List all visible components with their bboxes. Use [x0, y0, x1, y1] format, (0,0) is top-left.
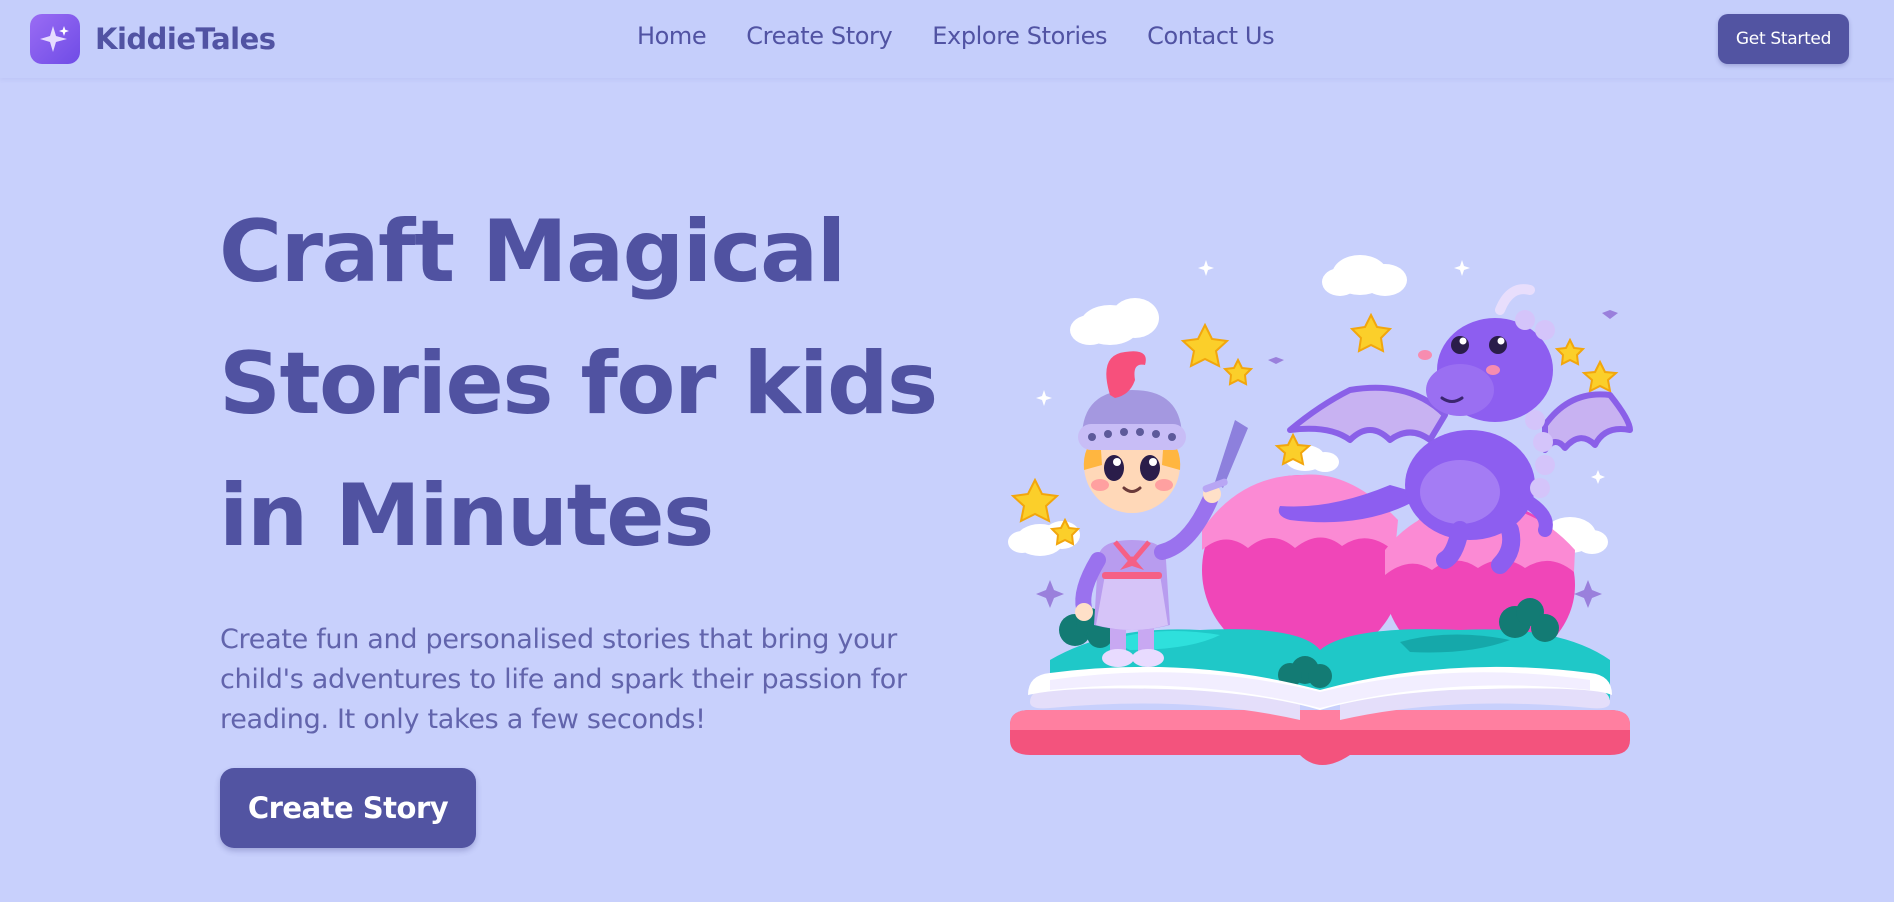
hero-description-line-3: reading. It only takes a few seconds! [220, 704, 706, 735]
hero-title: Craft Magical Stories for kids in Minute… [219, 186, 979, 582]
hero-description: Create fun and personalised stories that… [220, 620, 940, 740]
create-story-button[interactable]: Create Story [220, 768, 476, 848]
hero-description-line-1: Create fun and personalised stories that… [220, 624, 897, 655]
brand-logo[interactable]: KiddieTales [30, 14, 276, 64]
knight-dragon-book-illustration [1008, 255, 1633, 765]
nav-contact-us[interactable]: Contact Us [1147, 22, 1274, 50]
cloud-icon [1070, 298, 1159, 345]
nav-home[interactable]: Home [637, 22, 707, 50]
hero-description-line-2: child's adventures to life and spark the… [220, 664, 907, 695]
star-icon [1222, 357, 1254, 386]
star-icon [1349, 312, 1393, 353]
brand-name: KiddieTales [95, 22, 276, 56]
hero-illustration [990, 230, 1650, 790]
cloud-icon [1322, 255, 1407, 296]
sparkle-icon [30, 14, 80, 64]
star-icon [1180, 322, 1230, 368]
star-icon [1581, 359, 1619, 393]
hero-title-line-2: Stories for kids [219, 334, 938, 434]
nav-create-story[interactable]: Create Story [746, 22, 892, 50]
star-icon [1554, 337, 1586, 366]
hero-title-line-1: Craft Magical [219, 202, 846, 302]
landing-page: KiddieTales Home Create Story Explore St… [0, 0, 1894, 902]
nav-explore-stories[interactable]: Explore Stories [932, 22, 1107, 50]
get-started-button[interactable]: Get Started [1718, 14, 1849, 64]
hero-title-line-3: in Minutes [219, 466, 714, 566]
main-nav: Home Create Story Explore Stories Contac… [637, 22, 1275, 50]
top-navbar: KiddieTales Home Create Story Explore St… [0, 0, 1894, 78]
star-icon [1010, 477, 1060, 523]
